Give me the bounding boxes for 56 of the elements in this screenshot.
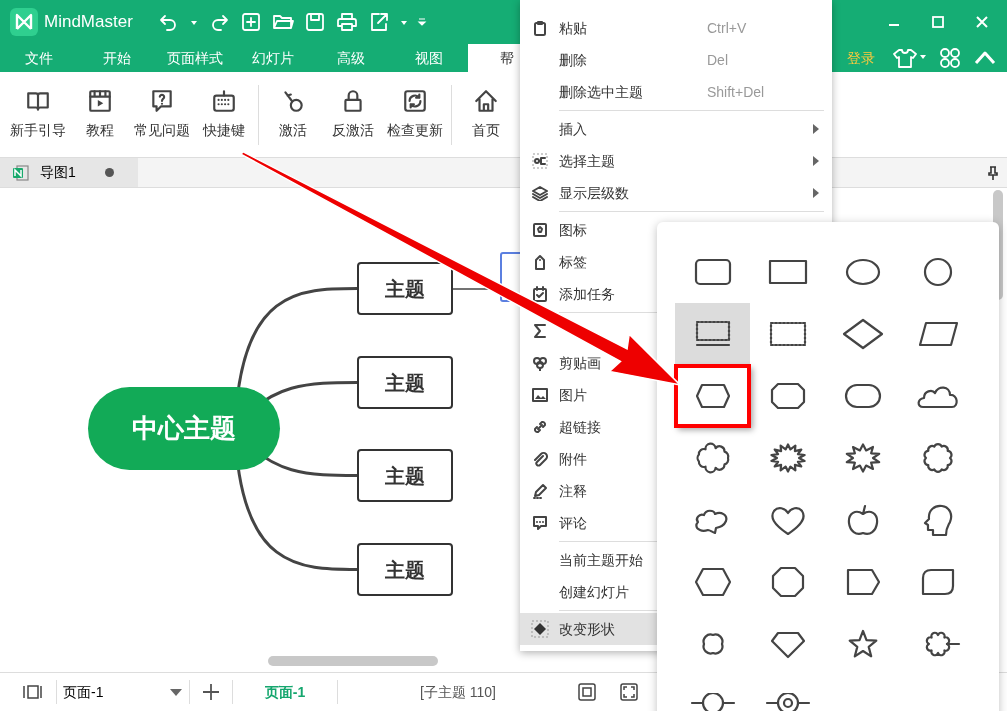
clover-icon — [531, 355, 548, 371]
page-select[interactable]: 页面-1 — [57, 681, 189, 703]
topic-node[interactable]: 主题 — [357, 449, 453, 502]
toolbar-button[interactable]: 快捷键 — [196, 88, 252, 141]
toolbar-button[interactable]: 常见问题 — [132, 88, 192, 141]
home-icon — [473, 88, 499, 114]
close-icon[interactable] — [975, 15, 989, 29]
video-icon — [87, 88, 113, 114]
task-icon — [531, 286, 548, 302]
menu-item[interactable]: 粘贴 Ctrl+V — [520, 12, 832, 44]
fullscreen-icon[interactable] — [620, 683, 638, 701]
pin-icon[interactable] — [987, 165, 999, 180]
link-icon — [531, 419, 548, 435]
clip-icon — [531, 451, 548, 467]
keyboard-icon — [211, 88, 237, 114]
status-text: [子主题 110] — [419, 682, 497, 702]
grid-icon[interactable] — [939, 47, 961, 69]
topic-node[interactable]: 主题 — [357, 262, 453, 315]
clipboard-icon — [531, 20, 548, 36]
customize-icon[interactable] — [416, 16, 427, 28]
shirt-icon[interactable] — [893, 47, 927, 69]
shape-option[interactable] — [675, 365, 750, 427]
toolbar-button[interactable]: 反激活 — [325, 88, 381, 141]
shape-icon — [530, 620, 549, 638]
topic-node[interactable]: 主题 — [357, 543, 453, 596]
print-icon[interactable] — [334, 10, 359, 34]
toolbar-button[interactable]: 首页 — [458, 88, 514, 141]
document-icon — [12, 163, 30, 182]
shape-option[interactable] — [675, 303, 750, 365]
toolbar-button[interactable]: 教程 — [72, 88, 128, 141]
toolbar-button[interactable]: 检查更新 — [385, 88, 445, 141]
document-tab[interactable]: 导图1 — [0, 158, 138, 187]
caret-icon — [169, 687, 183, 697]
menu-item[interactable]: 选择主题 — [520, 145, 832, 177]
add-icon[interactable] — [201, 682, 221, 702]
refresh-icon — [402, 88, 428, 114]
toolbar-button[interactable]: 新手引导 — [8, 88, 68, 141]
maximize-icon[interactable] — [931, 15, 945, 29]
horizontal-scrollbar[interactable] — [268, 656, 438, 666]
toolbar-button[interactable]: 激活 — [265, 88, 321, 141]
app-name: MindMaster — [44, 11, 133, 34]
menu-item[interactable]: 插入 — [520, 113, 832, 145]
badge-icon — [531, 222, 548, 238]
sidebar-toggle-icon[interactable] — [20, 682, 44, 702]
help-icon — [149, 88, 175, 114]
pen-icon — [531, 483, 548, 499]
app-logo — [10, 8, 38, 36]
layers-icon — [531, 185, 548, 201]
image-icon — [531, 387, 548, 403]
fit-page-icon[interactable] — [578, 683, 596, 701]
comment-icon — [531, 515, 548, 531]
menu-item[interactable]: 删除选中主题 Shift+Del — [520, 76, 832, 108]
topic-node[interactable]: 主题 — [357, 356, 453, 409]
select-icon — [531, 153, 548, 169]
menu-item[interactable]: 显示层级数 — [520, 177, 832, 209]
sigma-icon — [531, 323, 548, 339]
